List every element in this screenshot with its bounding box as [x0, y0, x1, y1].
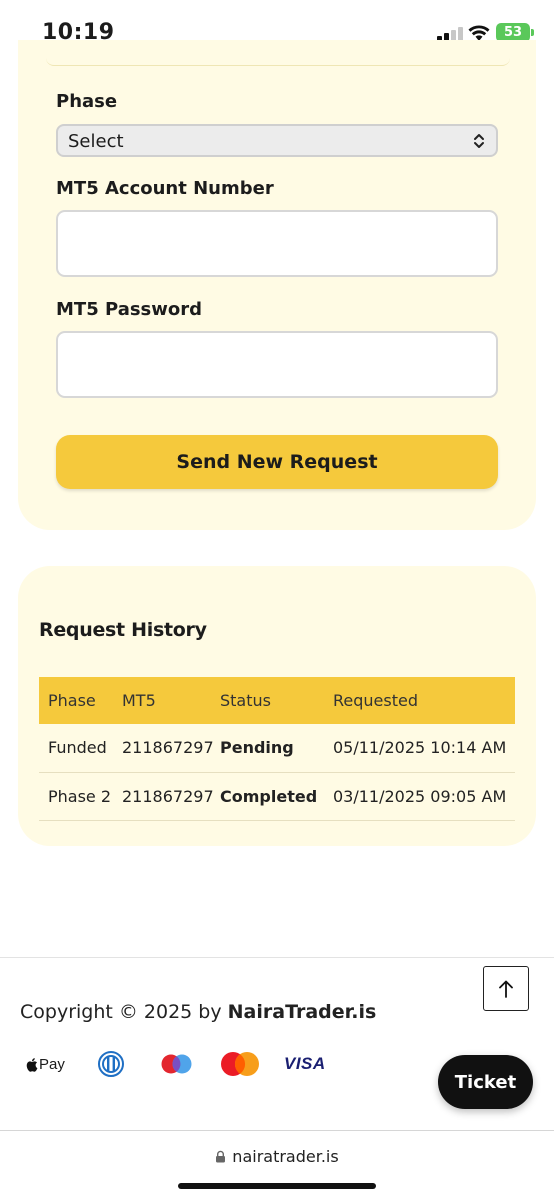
signal-icon — [437, 27, 463, 41]
cell-mt5: 211867297 — [122, 724, 220, 773]
battery-level: 53 — [503, 25, 523, 40]
status-badge-completed: Completed — [220, 772, 333, 821]
mt5-password-input[interactable] — [56, 331, 498, 398]
phase-select[interactable]: Select — [56, 124, 498, 157]
phase-label: Phase — [56, 91, 118, 112]
apple-pay-label: Pay — [39, 1055, 65, 1073]
copyright-text: Copyright © 2025 by NairaTrader.is — [20, 1001, 376, 1023]
mastercard-icon — [220, 1046, 260, 1082]
column-header-status: Status — [220, 677, 333, 724]
cell-requested: 03/11/2025 09:05 AM — [333, 772, 515, 821]
visa-icon: VISA — [284, 1046, 326, 1082]
maestro-icon — [160, 1046, 194, 1082]
diners-club-icon — [96, 1046, 126, 1082]
chevron-up-down-icon — [474, 134, 484, 148]
mt5-account-input[interactable] — [56, 210, 498, 277]
mt5-password-label: MT5 Password — [56, 299, 203, 320]
table-row: Phase 2 211867297 Completed 03/11/2025 0… — [39, 772, 515, 821]
page: 10:19 53 Phase Select MT5 Account Number… — [0, 0, 554, 1200]
previous-field-edge — [46, 56, 510, 66]
lock-icon — [216, 1150, 226, 1163]
table-header-row: Phase MT5 Status Requested — [39, 677, 515, 724]
column-header-phase: Phase — [39, 677, 122, 724]
cell-mt5: 211867297 — [122, 772, 220, 821]
column-header-requested: Requested — [333, 677, 515, 724]
url-text: nairatrader.is — [232, 1147, 339, 1166]
battery-tip — [531, 29, 534, 36]
cell-phase: Funded — [39, 724, 122, 773]
cell-phase: Phase 2 — [39, 772, 122, 821]
payment-methods: Pay VISA — [26, 1046, 346, 1082]
home-indicator[interactable] — [178, 1183, 376, 1189]
apple-logo-icon — [26, 1057, 38, 1072]
mt5-account-label: MT5 Account Number — [56, 178, 274, 199]
scroll-to-top-button[interactable] — [483, 966, 529, 1011]
status-badge-pending: Pending — [220, 724, 333, 773]
cell-requested: 05/11/2025 10:14 AM — [333, 724, 515, 773]
arrow-up-icon — [499, 980, 513, 998]
browser-address-bar[interactable]: nairatrader.is — [0, 1130, 554, 1200]
column-header-mt5: MT5 — [122, 677, 220, 724]
request-history-table: Phase MT5 Status Requested Funded 211867… — [39, 677, 515, 821]
url-display[interactable]: nairatrader.is — [0, 1147, 554, 1166]
apple-pay-icon: Pay — [26, 1046, 65, 1082]
table-row: Funded 211867297 Pending 05/11/2025 10:1… — [39, 724, 515, 773]
copyright-brand-link[interactable]: NairaTrader.is — [228, 1001, 377, 1023]
phase-select-value: Select — [68, 131, 124, 152]
footer-divider — [0, 957, 554, 958]
request-history-title: Request History — [39, 619, 207, 641]
copyright-prefix: Copyright © 2025 by — [20, 1001, 228, 1023]
send-new-request-button[interactable]: Send New Request — [56, 435, 498, 489]
visa-label: VISA — [284, 1054, 326, 1073]
ticket-button[interactable]: Ticket — [438, 1055, 533, 1109]
